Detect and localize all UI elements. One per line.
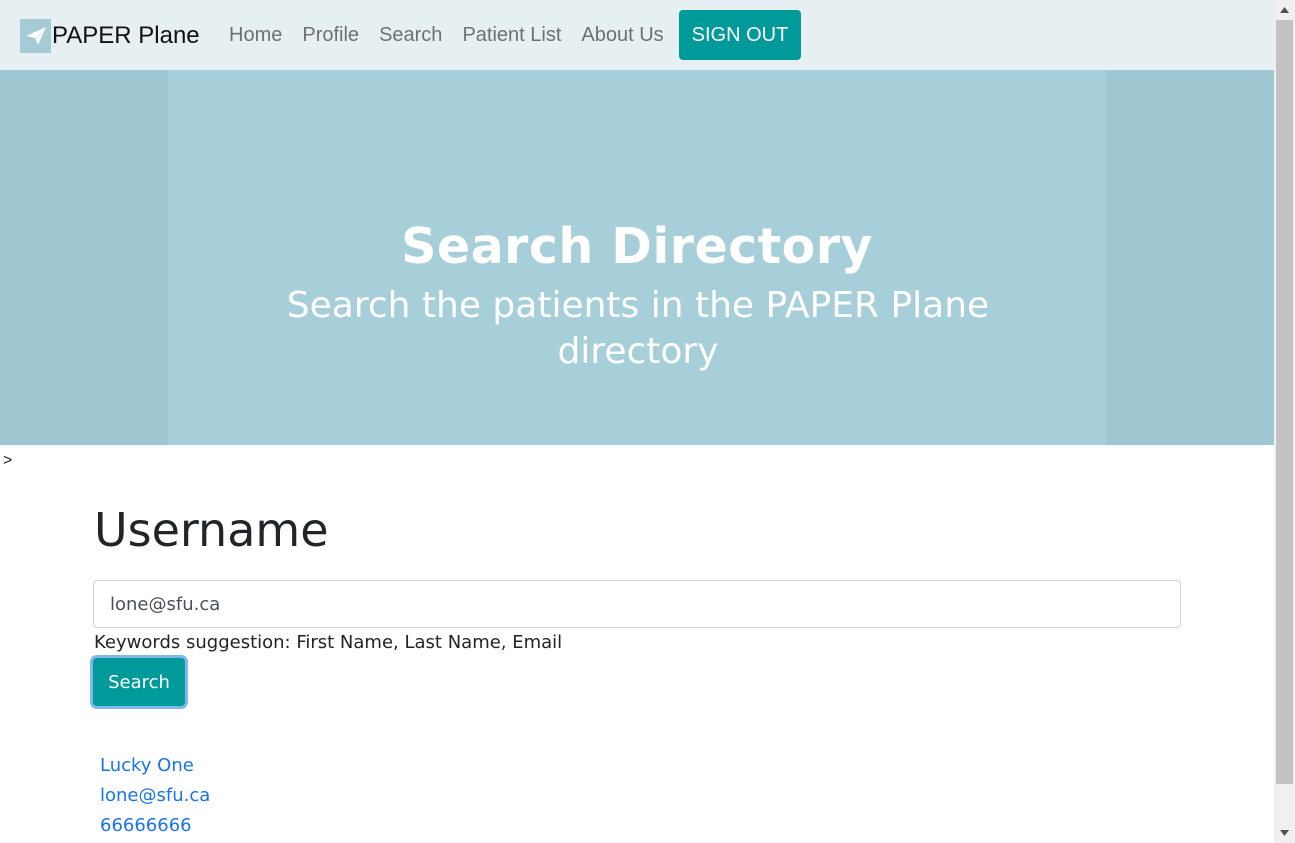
keywords-hint: Keywords suggestion: First Name, Last Na… [94,632,563,653]
page: PAPER Plane Home Profile Search Patient … [0,0,1274,843]
search-input-value: lone@sfu.ca [110,593,221,615]
search-input[interactable]: lone@sfu.ca [93,580,1181,628]
nav-links: Home Profile Search Patient List About U… [219,0,674,70]
paper-plane-icon [20,19,51,53]
result-phone-link[interactable]: 66666666 [100,815,192,836]
hero-subtitle: Search the patients in the PAPER Plane d… [286,285,990,372]
brand-link[interactable]: PAPER Plane [20,19,200,53]
nav-profile-link[interactable]: Profile [292,0,369,70]
result-email-link[interactable]: lone@sfu.ca [100,785,210,806]
stray-text: > [3,452,13,469]
nav-patient-list-link[interactable]: Patient List [452,0,571,70]
nav-about-us-link[interactable]: About Us [571,0,673,70]
navbar: PAPER Plane Home Profile Search Patient … [0,0,1274,70]
result-name-link[interactable]: Lucky One [100,755,194,776]
form-heading: Username [94,503,329,557]
hero-banner: Search Directory Search the patients in … [0,70,1274,445]
sign-out-button[interactable]: SIGN OUT [679,10,801,60]
vertical-scrollbar[interactable] [1274,0,1295,843]
brand-name: PAPER Plane [52,22,200,49]
hero-title: Search Directory [401,218,873,275]
nav-home-link[interactable]: Home [219,0,292,70]
scroll-down-arrow-icon[interactable] [1274,823,1295,843]
scroll-up-arrow-icon[interactable] [1274,0,1295,20]
search-button[interactable]: Search [93,658,185,706]
nav-search-link[interactable]: Search [369,0,452,70]
scrollbar-thumb[interactable] [1276,20,1293,784]
